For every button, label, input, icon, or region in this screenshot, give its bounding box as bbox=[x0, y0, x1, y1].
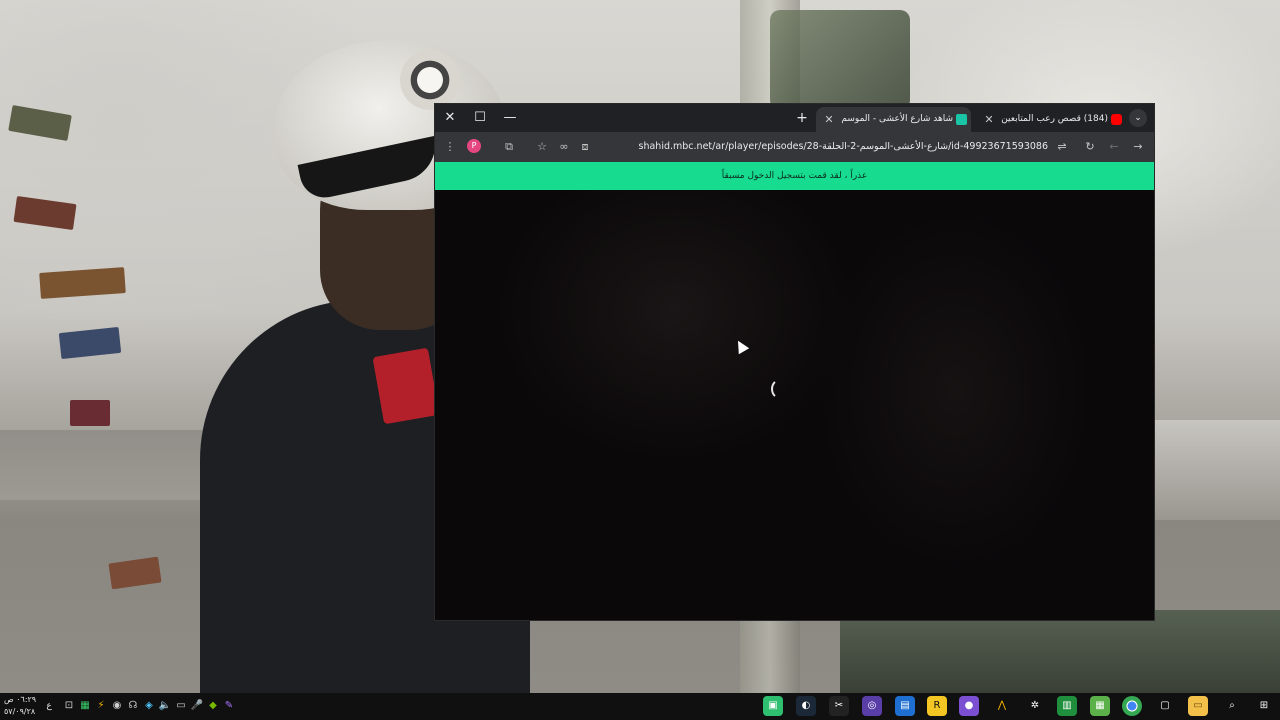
nvidia-icon[interactable]: ⋀ bbox=[992, 696, 1012, 716]
address-bar[interactable]: shahid.mbc.net/ar/player/episodes/28-شار… bbox=[595, 132, 1048, 162]
steelseries-icon[interactable]: ✲ bbox=[1025, 696, 1045, 716]
youtube-icon bbox=[1111, 114, 1122, 125]
tray-app-icon[interactable]: ⚡ bbox=[94, 699, 108, 713]
mail-icon[interactable]: ▤ bbox=[895, 696, 915, 716]
wallpaper-cap-badge bbox=[400, 50, 460, 110]
android-icon[interactable]: ▣ bbox=[763, 696, 783, 716]
install-app-icon[interactable]: ⧈ bbox=[576, 138, 594, 156]
tab-close-icon[interactable]: ✕ bbox=[982, 107, 996, 132]
wallpaper-pennant bbox=[108, 556, 162, 590]
wallpaper-flag-lower bbox=[840, 610, 1280, 693]
start-icon[interactable]: ⊞ bbox=[1254, 696, 1274, 716]
window-minimize-button[interactable]: — bbox=[495, 104, 525, 132]
tray-app-icon[interactable]: ◉ bbox=[110, 699, 124, 713]
wallpaper-pennant bbox=[39, 267, 126, 299]
login-warning-banner: عذراً ، لقد قمت بتسجيل الدخول مسبقاً bbox=[435, 162, 1154, 190]
forward-arrow-icon[interactable]: → bbox=[1129, 138, 1147, 156]
new-tab-button[interactable]: + bbox=[793, 107, 811, 129]
taskbar: ٠٦:٢٩ ص ٥٧/٠٩/٢٨ ع ⊡ ▦ ⚡ ◉ ☊ ◈ 🔈 ▭ 🎤 ◆ ✎… bbox=[0, 693, 1280, 720]
network-icon[interactable]: ▭ bbox=[174, 699, 188, 713]
extensions-icon[interactable]: ⧉ bbox=[500, 138, 518, 156]
minecraft-icon[interactable]: ▦ bbox=[1090, 696, 1110, 716]
chrome-icon[interactable] bbox=[1122, 696, 1142, 716]
search-icon[interactable]: ⌕ bbox=[1222, 696, 1242, 716]
system-clock[interactable]: ٠٦:٢٩ ص ٥٧/٠٩/٢٨ bbox=[4, 694, 40, 718]
tray-app-icon[interactable]: ▦ bbox=[78, 699, 92, 713]
tab-close-icon[interactable]: ✕ bbox=[822, 107, 836, 132]
wallpaper-flag bbox=[770, 10, 910, 110]
back-arrow-icon[interactable]: ← bbox=[1105, 138, 1123, 156]
window-maximize-button[interactable]: ☐ bbox=[465, 104, 495, 132]
tab-title: شاهد شارع الأعشى - الموسم 2 / bbox=[838, 114, 953, 124]
mouse-cursor-icon bbox=[732, 337, 750, 355]
nvidia-tray-icon[interactable]: ◆ bbox=[206, 699, 220, 713]
profile-avatar[interactable]: P bbox=[467, 139, 481, 153]
shahid-icon bbox=[956, 114, 967, 125]
window-close-button[interactable]: ✕ bbox=[435, 104, 465, 132]
tray-app-icon[interactable]: ✎ bbox=[222, 699, 236, 713]
headset-icon[interactable]: ☊ bbox=[126, 699, 140, 713]
tab-shahid[interactable]: ✕ شاهد شارع الأعشى - الموسم 2 / bbox=[816, 107, 971, 132]
browser-window: ✕ ☐ — + ✕ شاهد شارع الأعشى - الموسم 2 / … bbox=[435, 104, 1154, 620]
site-settings-icon[interactable]: ⇌ bbox=[1053, 138, 1071, 156]
browser-toolbar: ⋮ P ⧉ ☆ ∞ ⧈ shahid.mbc.net/ar/player/epi… bbox=[435, 132, 1154, 162]
wallpaper-collar-patch bbox=[372, 347, 440, 425]
volume-icon[interactable]: 🔈 bbox=[158, 699, 172, 713]
explorer-icon[interactable]: ▭ bbox=[1188, 696, 1208, 716]
reading-mode-icon[interactable]: ∞ bbox=[555, 138, 573, 156]
tray-app-icon[interactable]: ⊡ bbox=[62, 699, 76, 713]
wallpaper-pennant bbox=[58, 326, 122, 360]
sheets-icon[interactable]: ▥ bbox=[1057, 696, 1077, 716]
microphone-icon[interactable]: 🎤 bbox=[190, 699, 204, 713]
store-icon[interactable]: ▢ bbox=[1155, 696, 1175, 716]
steam-icon[interactable]: ◐ bbox=[796, 696, 816, 716]
obs-icon[interactable]: ● bbox=[959, 696, 979, 716]
tab-title: (184) قصص رعب المتابعين 3 - e bbox=[998, 114, 1108, 124]
wallpaper-horizon bbox=[1150, 420, 1280, 520]
kebab-menu-icon[interactable]: ⋮ bbox=[441, 138, 459, 156]
wallpaper-pennant bbox=[13, 195, 77, 231]
loading-spinner-icon bbox=[771, 378, 793, 400]
tray-app-icon[interactable]: ◈ bbox=[142, 699, 156, 713]
clock-date: ٥٧/٠٩/٢٨ bbox=[4, 707, 36, 716]
roblox-icon[interactable]: R bbox=[927, 696, 947, 716]
capcut-icon[interactable]: ✂ bbox=[829, 696, 849, 716]
tab-bar: ✕ ☐ — + ✕ شاهد شارع الأعشى - الموسم 2 / … bbox=[435, 104, 1154, 132]
tab-search-button[interactable]: ⌄ bbox=[1129, 109, 1147, 127]
wallpaper-pennant bbox=[70, 400, 110, 426]
game-icon[interactable]: ◎ bbox=[862, 696, 882, 716]
wallpaper-pennant bbox=[8, 104, 72, 142]
clock-time: ٠٦:٢٩ ص bbox=[4, 695, 37, 704]
input-language-indicator[interactable]: ع bbox=[44, 693, 54, 720]
bookmark-star-icon[interactable]: ☆ bbox=[533, 138, 551, 156]
video-player[interactable] bbox=[435, 190, 1154, 620]
reload-icon[interactable]: ↻ bbox=[1081, 138, 1099, 156]
tab-youtube[interactable]: ✕ (184) قصص رعب المتابعين 3 - e bbox=[976, 107, 1126, 132]
